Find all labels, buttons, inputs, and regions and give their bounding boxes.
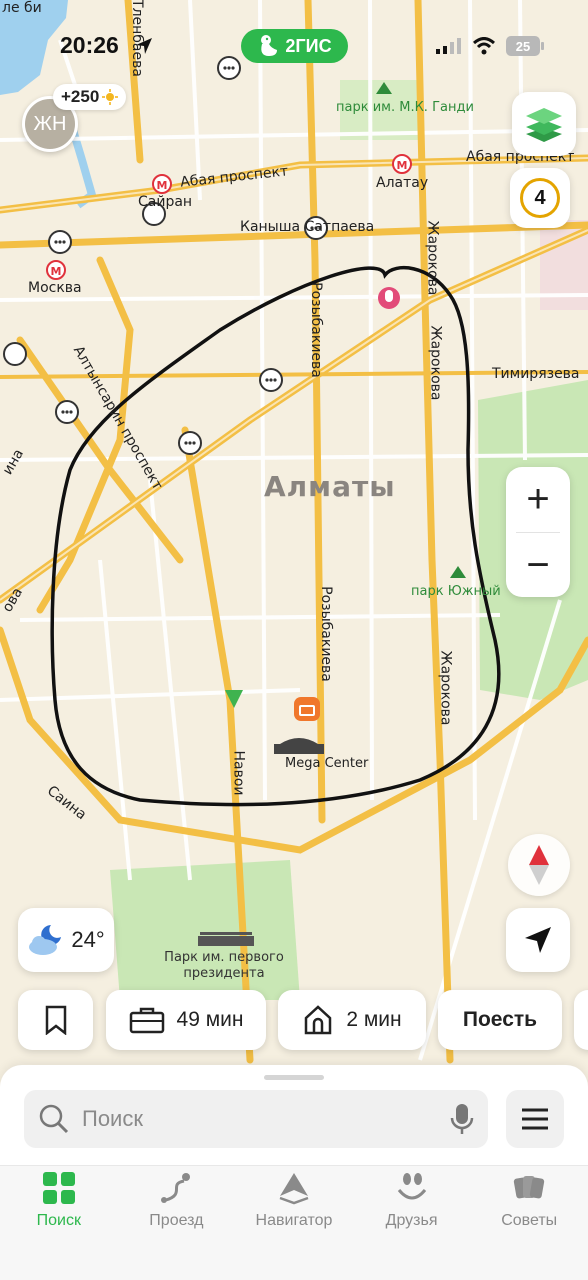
location-arrow-icon	[136, 38, 152, 54]
traffic-button[interactable]: 4	[510, 168, 570, 228]
zoom-controls: + −	[506, 467, 570, 597]
home-route-chip[interactable]: 2 мин	[278, 990, 426, 1050]
kanysha-label: Каныша Сатпаева	[240, 219, 375, 235]
signal-icon	[436, 38, 461, 54]
brand-name: 2ГИС	[285, 35, 332, 56]
points-badge[interactable]: +250	[53, 84, 127, 110]
rozybakieva-top-label: Розыбакиева	[307, 282, 324, 378]
status-time: 20:26	[60, 32, 119, 58]
tab-search[interactable]: Поиск	[0, 1166, 118, 1280]
points-value: +250	[61, 87, 100, 106]
moon-cloud-icon	[29, 925, 62, 955]
park-gandhi-label: парк им. М.К. Ганди	[336, 100, 474, 115]
tab-tips[interactable]: Советы	[470, 1166, 588, 1280]
route-icon	[161, 1173, 191, 1203]
tab-friends[interactable]: Друзья	[353, 1166, 471, 1280]
briefcase-icon	[129, 1007, 164, 1034]
hamburger-icon	[522, 1108, 548, 1130]
my-location-button[interactable]	[506, 908, 570, 972]
tab-label: Поиск	[36, 1212, 81, 1229]
zharokova-1-label: Жарокова	[424, 220, 441, 296]
sheet-grabber[interactable]	[264, 1075, 324, 1080]
layers-icon	[526, 108, 562, 142]
work-route-chip[interactable]: 49 мин	[106, 990, 266, 1050]
svg-text:М: М	[397, 159, 408, 172]
tips-icon	[514, 1176, 545, 1199]
home-time: 2 мин	[346, 1008, 402, 1031]
work-time: 49 мин	[176, 1008, 244, 1031]
menu-button[interactable]	[506, 1090, 564, 1148]
grid-icon	[42, 1172, 75, 1204]
layers-button[interactable]	[512, 92, 576, 156]
home-icon	[305, 1005, 332, 1035]
mega-center-label: Mega Center	[285, 756, 369, 771]
weather-temp: 24°	[71, 927, 105, 952]
bookmarks-chip[interactable]	[18, 990, 93, 1050]
search-icon	[39, 1104, 69, 1134]
weather-widget[interactable]: 24°	[18, 908, 114, 972]
metro-sairan-label: Сайран	[138, 194, 193, 210]
tab-label: Советы	[501, 1212, 558, 1229]
wifi-icon	[472, 37, 496, 55]
park-yuzhny-label: парк Южный	[411, 584, 501, 599]
navigation-arrow-icon	[525, 927, 551, 953]
compass-icon	[529, 845, 549, 885]
tab-bar: Поиск Проезд Навигатор Друзья Советы	[0, 1165, 588, 1280]
status-indicators: 25	[436, 36, 544, 56]
zoom-in-button[interactable]: +	[506, 467, 570, 532]
zharokova-2-label: Жарокова	[427, 325, 444, 401]
president-park-icon	[198, 932, 254, 946]
timiryazeva-label: Тимирязева	[492, 366, 580, 382]
tab-navigator[interactable]: Навигатор	[235, 1166, 353, 1280]
metro-moskva-label: Москва	[28, 280, 82, 296]
zoom-out-button[interactable]: −	[506, 533, 570, 598]
search-bar[interactable]	[24, 1090, 488, 1148]
battery-icon: 25	[506, 36, 544, 56]
eat-chip[interactable]: Поесть	[438, 990, 562, 1050]
eat-label: Поесть	[462, 1008, 538, 1031]
bi-label: ле би	[2, 0, 42, 16]
tab-label: Проезд	[149, 1212, 204, 1229]
compass-button[interactable]	[508, 834, 570, 896]
svg-text:М: М	[51, 265, 62, 278]
metro-alatau-label: Алатау	[376, 175, 429, 191]
navigator-icon	[279, 1173, 309, 1205]
bookmark-icon	[45, 1005, 66, 1035]
microphone-icon[interactable]	[450, 1102, 474, 1136]
friends-icon	[397, 1173, 426, 1200]
more-chip[interactable]	[574, 990, 588, 1050]
city-label: Алматы	[264, 470, 396, 503]
traffic-level: 4	[520, 178, 560, 218]
briefcase-poi-icon	[294, 697, 320, 721]
rozybakieva-bottom-label: Розыбакиева	[317, 586, 334, 682]
zharokova-3-label: Жарокова	[437, 650, 454, 726]
search-input[interactable]	[82, 1106, 450, 1132]
tab-label: Навигатор	[255, 1212, 333, 1229]
sun-icon	[102, 89, 119, 105]
park-president-label: Парк им. первого президента	[164, 950, 284, 981]
goose-icon	[261, 35, 278, 56]
tab-route[interactable]: Проезд	[118, 1166, 236, 1280]
tab-label: Друзья	[385, 1212, 438, 1229]
brand-badge: 2ГИС	[241, 29, 348, 63]
svg-text:М: М	[157, 179, 168, 192]
navoi-label: Навои	[230, 750, 247, 796]
